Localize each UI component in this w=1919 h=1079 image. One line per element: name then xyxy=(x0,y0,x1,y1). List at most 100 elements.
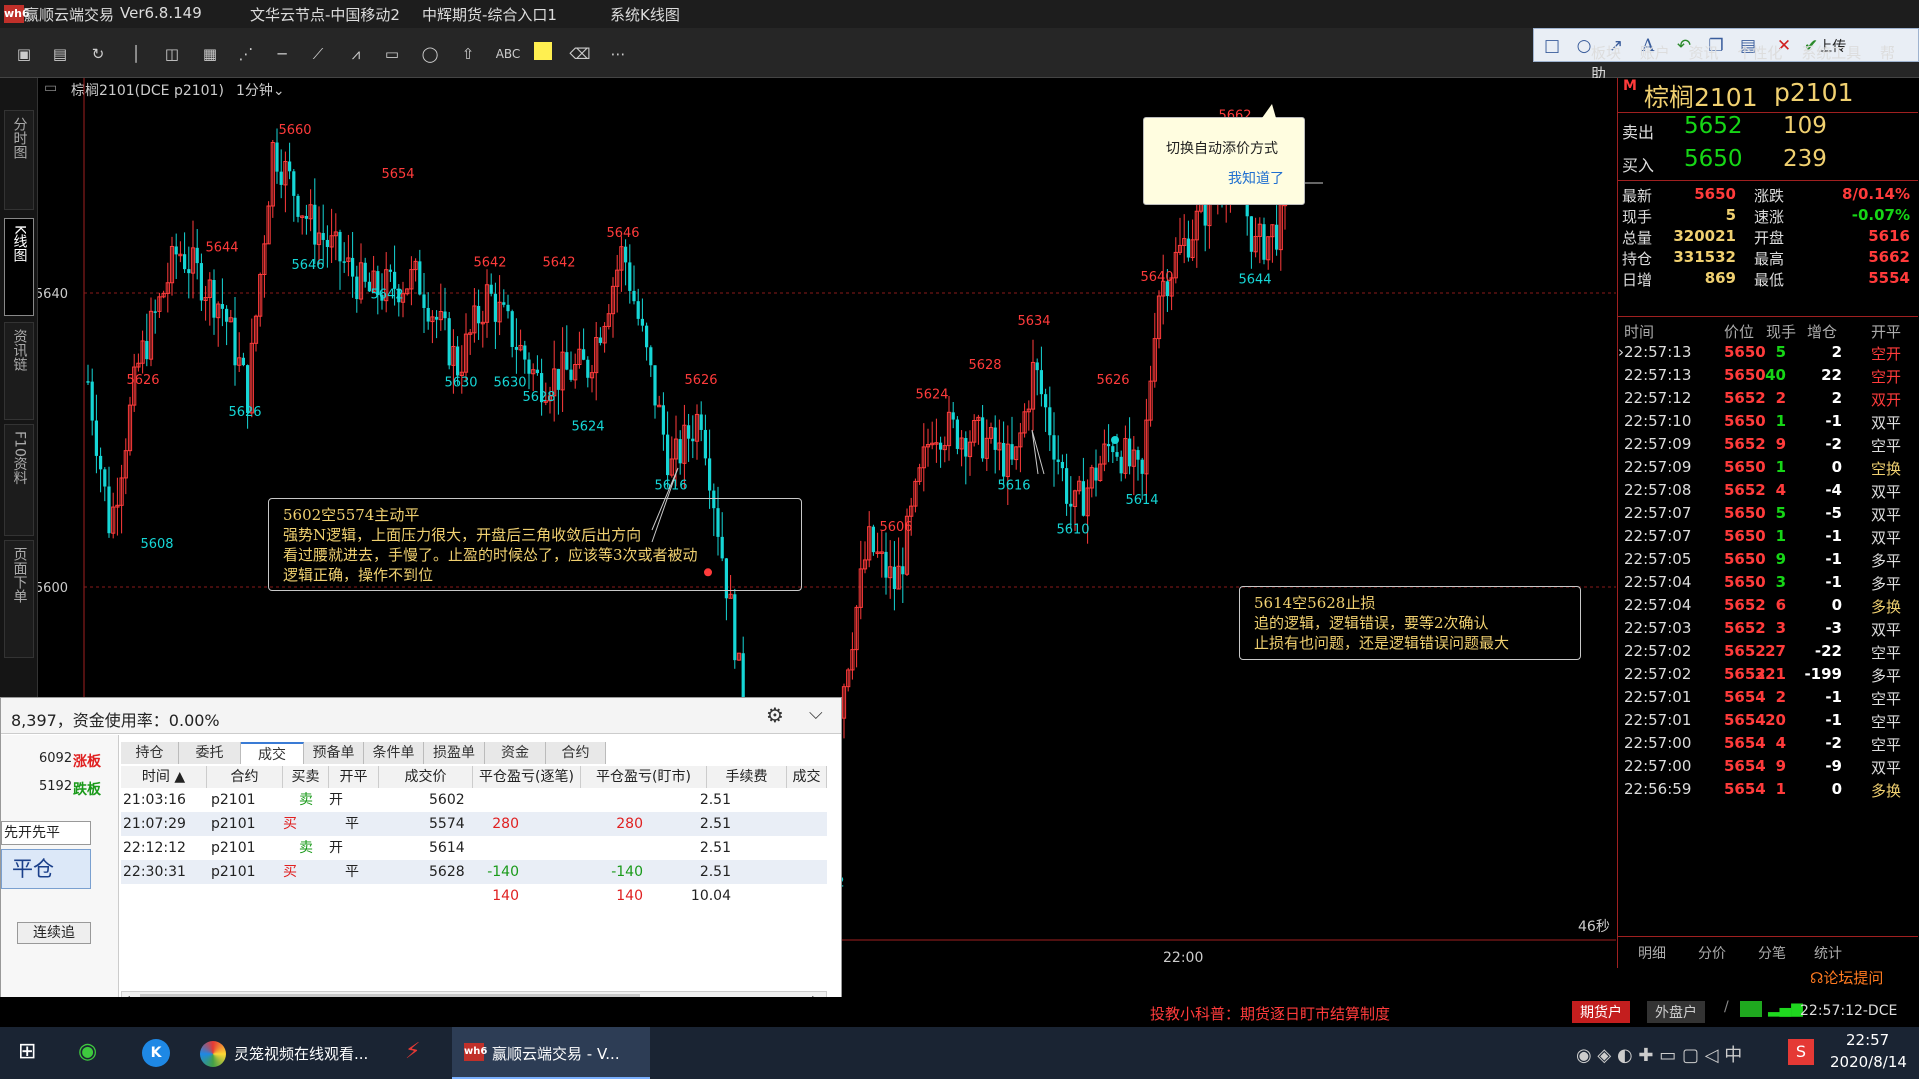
column-header[interactable]: 手续费 xyxy=(707,766,787,788)
tab-page-order[interactable]: 页面下单 xyxy=(4,540,34,658)
column-header[interactable]: 平仓盈亏(逐笔) xyxy=(473,766,581,788)
table-row[interactable]: 21:07:29 p2101 买 平 5574 280 280 2.51 xyxy=(121,812,827,836)
trade-tab[interactable]: 损盈单 xyxy=(424,742,485,764)
cloud-node-label[interactable]: 文华云节点-中国移动2 xyxy=(250,4,400,25)
note-trade-1[interactable]: 5602空5574主动平 强势N逻辑，上面压力很大，开盘后三角收敛后出方向 看过… xyxy=(268,498,802,591)
account-label[interactable]: 中辉期货-综合入口1 xyxy=(422,4,557,25)
candle-body xyxy=(199,263,203,301)
candle-body xyxy=(1035,362,1039,371)
limit-up-label[interactable]: 涨板 xyxy=(73,751,101,771)
trade-tab[interactable]: 资金 xyxy=(485,742,546,764)
layout-icon[interactable]: ▦ xyxy=(198,42,222,66)
futures-account-button[interactable]: 期货户 xyxy=(1572,1001,1630,1023)
tick-row[interactable]: 22:56:59 5654 1 0 多换 xyxy=(1618,779,1918,807)
rect-draw-icon[interactable]: □ xyxy=(1540,34,1564,58)
text-tool-icon[interactable]: ABC xyxy=(492,42,524,66)
polyline-icon[interactable]: ⩘ xyxy=(344,42,368,66)
more-icon[interactable]: ⋯ xyxy=(606,42,630,66)
foreign-account-button[interactable]: 外盘户 xyxy=(1647,1001,1705,1023)
column-header[interactable]: 开平 xyxy=(329,766,379,788)
candle-body xyxy=(418,261,422,295)
vertical-line-icon[interactable]: │ xyxy=(124,42,148,66)
close-mode-select[interactable]: 先开先平 xyxy=(1,821,91,845)
menu-item-news[interactable]: 资讯 xyxy=(1689,44,1719,62)
ime-indicator[interactable]: 中 xyxy=(1724,1045,1742,1066)
candle-body xyxy=(187,269,191,274)
chrome-icon[interactable] xyxy=(200,1041,226,1067)
tick-time: 22:56:59 xyxy=(1624,780,1692,798)
tab-timeshare[interactable]: 分时图 xyxy=(4,110,34,210)
column-header[interactable]: 成交价 xyxy=(379,766,473,788)
contract-name: 棕榈2101 xyxy=(1644,83,1758,112)
menu-item-personalize[interactable]: 个性化 xyxy=(1737,44,1782,62)
tab-f10[interactable]: F10资料 xyxy=(4,424,34,536)
menu-item-tools[interactable]: 系统工具 xyxy=(1801,44,1861,62)
divider: / xyxy=(1724,999,1729,1015)
forum-link[interactable]: ☊论坛提问 xyxy=(1810,967,1883,988)
arrow-up-icon[interactable]: ⇧ xyxy=(456,42,480,66)
color-swatch-icon[interactable] xyxy=(534,42,552,60)
popup-dismiss-link[interactable]: 我知道了 xyxy=(1228,168,1284,188)
taskbar-app-video[interactable]: 灵笼视频在线观看... xyxy=(234,1043,368,1064)
kugou-icon[interactable]: K xyxy=(142,1039,170,1067)
windows-start-icon[interactable]: ⊞ xyxy=(18,1039,36,1064)
cell-time: 21:03:16 xyxy=(123,792,186,808)
column-header[interactable]: 买卖 xyxy=(283,766,329,788)
wechat-icon[interactable]: ◉ xyxy=(78,1039,97,1064)
column-header[interactable]: 平仓盈亏(盯市) xyxy=(581,766,707,788)
table-row[interactable]: 21:03:16 p2101 卖开 5602 2.51 xyxy=(121,788,827,812)
antivirus-icon[interactable]: S xyxy=(1788,1039,1814,1065)
ray-line-icon[interactable]: ⟋ xyxy=(306,42,330,66)
limit-down-label[interactable]: 跌板 xyxy=(73,779,101,799)
column-header[interactable]: 时间 ▲ xyxy=(121,766,207,788)
clock-time[interactable]: 22:57 xyxy=(1846,1031,1889,1049)
ask-row[interactable]: 卖出 5652 109 xyxy=(1618,112,1918,142)
tab-kline[interactable]: K线图 xyxy=(4,218,34,316)
tab-detail[interactable]: 明细 xyxy=(1638,943,1666,963)
market-badge: M xyxy=(1623,78,1637,94)
trading-app-icon[interactable]: ⚡ xyxy=(405,1039,420,1064)
table-row[interactable]: 22:12:12 p2101 卖开 5614 2.51 xyxy=(121,836,827,860)
trade-tab[interactable]: 合约 xyxy=(546,742,606,764)
tick-time: 22:57:09 xyxy=(1624,435,1692,453)
cell-open-close: 平 xyxy=(345,864,359,880)
trade-tab[interactable]: 持仓 xyxy=(121,742,179,764)
rectangle-icon[interactable]: ▭ xyxy=(380,42,404,66)
columns-icon[interactable]: ◫ xyxy=(160,42,184,66)
ellipse-icon[interactable]: ◯ xyxy=(418,42,442,66)
trade-tab[interactable]: 成交 xyxy=(241,742,304,764)
collapse-icon[interactable]: ⌵ xyxy=(809,703,823,724)
candle-body xyxy=(456,346,460,376)
edu-tip[interactable]: 投教小科普：期货逐日盯市结算制度 xyxy=(1150,1003,1390,1024)
close-position-button[interactable]: 平仓 xyxy=(1,849,91,889)
gear-icon[interactable]: ⚙ xyxy=(766,703,784,727)
eraser-icon[interactable]: ⌫ xyxy=(568,42,592,66)
horizontal-line-icon[interactable]: ─ xyxy=(270,42,294,66)
dotted-line-icon[interactable]: ⋰ xyxy=(234,42,258,66)
note-trade-2[interactable]: 5614空5628止损 追的逻辑，逻辑错误，要等2次确认 止损有也问题，还是逻辑… xyxy=(1239,586,1581,660)
trade-tab[interactable]: 条件单 xyxy=(364,742,424,764)
note-line: 看过腰就进去，手慢了。止盈的时候怂了，应该等3次或者被动 xyxy=(283,546,698,564)
trade-tab[interactable]: 预备单 xyxy=(304,742,364,764)
order-icon[interactable]: ▣ xyxy=(12,42,36,66)
refresh-icon[interactable]: ↻ xyxy=(86,42,110,66)
taskbar-app-active[interactable]: wh6 赢顺云端交易 - V... xyxy=(452,1027,650,1079)
menu-item-account[interactable]: 账户 xyxy=(1640,44,1670,62)
column-header[interactable]: 合约 xyxy=(207,766,283,788)
tray-icons[interactable]: ◉ ◈ ◐ ✚ ▭ ▢ ◁ 中 xyxy=(1576,1041,1742,1067)
table-row[interactable]: 22:30:31 p2101 买 平 5628 -140 -140 2.51 xyxy=(121,860,827,884)
clock-date[interactable]: 2020/8/14 xyxy=(1830,1053,1907,1071)
candle-body xyxy=(351,257,355,277)
save-icon[interactable]: ▤ xyxy=(48,42,72,66)
tick-time: 22:57:10 xyxy=(1624,412,1692,430)
tab-stats[interactable]: 统计 xyxy=(1814,943,1842,963)
tab-price-dist[interactable]: 分价 xyxy=(1698,943,1726,963)
column-header[interactable]: 成交 xyxy=(787,766,827,788)
tab-ticks[interactable]: 分笔 xyxy=(1758,943,1786,963)
tick-price: 5654 xyxy=(1724,780,1766,798)
bid-row[interactable]: 买入 5650 239 xyxy=(1618,146,1918,175)
tab-news-chain[interactable]: 资讯链 xyxy=(4,322,34,420)
menu-item-sector[interactable]: 板块 xyxy=(1591,44,1621,62)
trade-tab[interactable]: 委托 xyxy=(179,742,241,764)
chase-order-button[interactable]: 连续追 xyxy=(17,922,91,944)
